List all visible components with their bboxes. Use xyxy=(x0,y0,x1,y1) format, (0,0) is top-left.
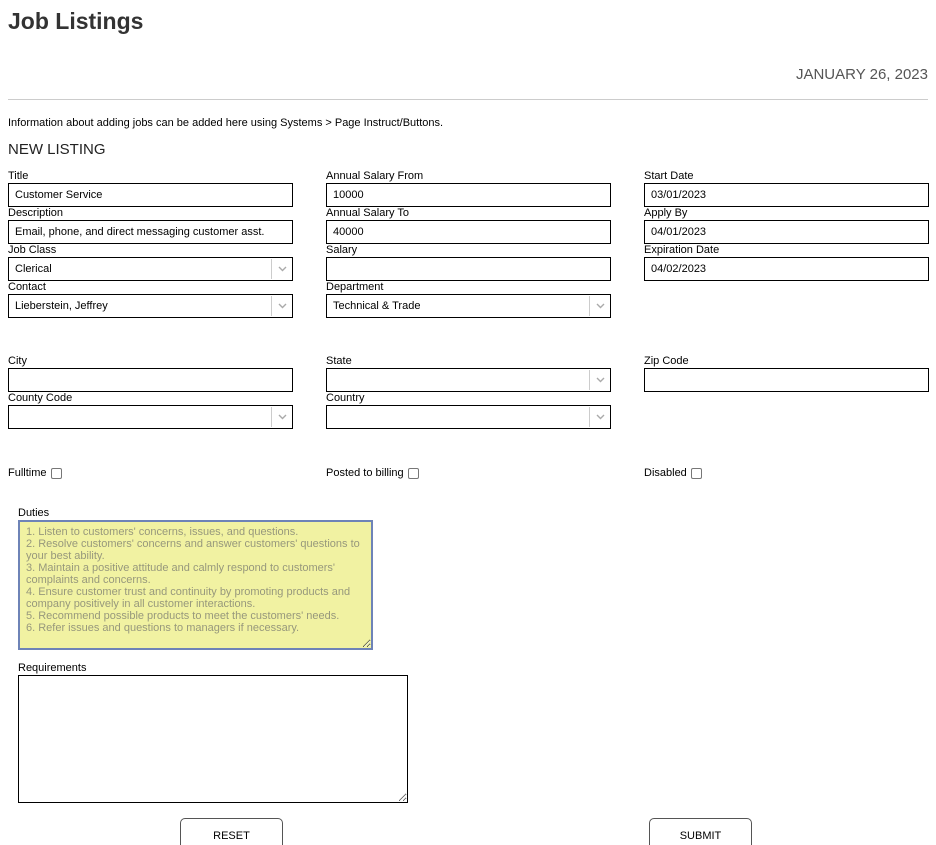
annual-salary-from-input[interactable] xyxy=(326,183,611,207)
county-code-field: County Code xyxy=(8,392,293,429)
annual-salary-from-label: Annual Salary From xyxy=(326,170,424,182)
location-form-grid: City State Zip Code County Code Country xyxy=(8,355,929,429)
country-field: Country xyxy=(326,392,611,429)
apply-by-input[interactable] xyxy=(644,220,929,244)
state-field: State xyxy=(326,355,611,392)
country-select[interactable] xyxy=(326,405,611,429)
description-label: Description xyxy=(8,207,64,219)
annual-salary-from-field: Annual Salary From xyxy=(326,170,611,207)
page-title: Job Listings xyxy=(8,8,144,34)
state-select[interactable] xyxy=(326,368,611,392)
title-label: Title xyxy=(8,170,29,182)
expiration-date-field: Expiration Date xyxy=(644,244,929,281)
fulltime-checkbox[interactable] xyxy=(50,468,62,479)
posted-to-billing-label: Posted to billing xyxy=(326,467,404,479)
expiration-date-label: Expiration Date xyxy=(644,244,720,256)
annual-salary-to-label: Annual Salary To xyxy=(326,207,409,219)
city-field: City xyxy=(8,355,293,392)
fulltime-checkbox-field: Fulltime xyxy=(8,467,293,480)
submit-button[interactable]: SUBMIT xyxy=(649,818,752,845)
department-select[interactable]: Technical & Trade xyxy=(326,294,611,318)
requirements-textarea[interactable] xyxy=(18,675,408,803)
requirements-label: Requirements xyxy=(18,662,87,674)
chevron-down-icon xyxy=(271,296,292,316)
job-listings-page: Job Listings JANUARY 26, 2023 Informatio… xyxy=(0,0,936,845)
requirements-block: Requirements xyxy=(18,662,928,803)
chevron-down-icon xyxy=(271,407,292,427)
chevron-down-icon xyxy=(589,407,610,427)
posted-to-billing-checkbox[interactable] xyxy=(407,468,419,479)
main-form-grid: Title Annual Salary From Start Date Desc… xyxy=(8,170,929,318)
disabled-label: Disabled xyxy=(644,467,687,479)
zip-code-input[interactable] xyxy=(644,368,929,392)
form-buttons-row: RESET SUBMIT xyxy=(8,818,928,845)
disabled-checkbox-field: Disabled xyxy=(644,467,929,480)
salary-input[interactable] xyxy=(326,257,611,281)
job-class-select[interactable]: Clerical xyxy=(8,257,293,281)
empty-grid-cell xyxy=(644,281,929,318)
title-field: Title xyxy=(8,170,293,207)
zip-code-field: Zip Code xyxy=(644,355,929,392)
annual-salary-to-field: Annual Salary To xyxy=(326,207,611,244)
new-listing-heading: NEW LISTING xyxy=(8,141,106,158)
department-selected-value: Technical & Trade xyxy=(333,300,421,312)
contact-field: Contact Lieberstein, Jeffrey xyxy=(8,281,293,318)
job-class-field: Job Class Clerical xyxy=(8,244,293,281)
county-code-label: County Code xyxy=(8,392,73,404)
chevron-down-icon xyxy=(271,259,292,279)
description-field: Description xyxy=(8,207,293,244)
county-code-select[interactable] xyxy=(8,405,293,429)
title-input[interactable] xyxy=(8,183,293,207)
department-field: Department Technical & Trade xyxy=(326,281,611,318)
contact-select[interactable]: Lieberstein, Jeffrey xyxy=(8,294,293,318)
page-instructions: Information about adding jobs can be add… xyxy=(8,117,444,129)
department-label: Department xyxy=(326,281,384,293)
duties-block: Duties 1. Listen to customers' concerns,… xyxy=(18,507,928,650)
apply-by-field: Apply By xyxy=(644,207,929,244)
description-input[interactable] xyxy=(8,220,293,244)
annual-salary-to-input[interactable] xyxy=(326,220,611,244)
fulltime-label: Fulltime xyxy=(8,467,47,479)
duties-label: Duties xyxy=(18,507,50,519)
start-date-input[interactable] xyxy=(644,183,929,207)
horizontal-divider xyxy=(8,99,928,100)
start-date-label: Start Date xyxy=(644,170,694,182)
empty-grid-cell xyxy=(644,392,929,429)
contact-label: Contact xyxy=(8,281,46,293)
city-label: City xyxy=(8,355,27,367)
city-input[interactable] xyxy=(8,368,293,392)
chevron-down-icon xyxy=(589,296,610,316)
job-class-label: Job Class xyxy=(8,244,57,256)
chevron-down-icon xyxy=(589,370,610,390)
salary-label: Salary xyxy=(326,244,358,256)
checkbox-row: Fulltime Posted to billing Disabled xyxy=(8,467,928,480)
disabled-checkbox[interactable] xyxy=(690,468,702,479)
salary-field: Salary xyxy=(326,244,611,281)
job-class-selected-value: Clerical xyxy=(15,263,52,275)
contact-selected-value: Lieberstein, Jeffrey xyxy=(15,300,108,312)
apply-by-label: Apply By xyxy=(644,207,688,219)
reset-button[interactable]: RESET xyxy=(180,818,283,845)
duties-textarea[interactable]: 1. Listen to customers' concerns, issues… xyxy=(18,520,373,650)
expiration-date-input[interactable] xyxy=(644,257,929,281)
country-label: Country xyxy=(326,392,365,404)
current-date: JANUARY 26, 2023 xyxy=(795,66,928,83)
posted-to-billing-checkbox-field: Posted to billing xyxy=(326,467,611,480)
state-label: State xyxy=(326,355,352,367)
zip-code-label: Zip Code xyxy=(644,355,689,367)
start-date-field: Start Date xyxy=(644,170,929,207)
